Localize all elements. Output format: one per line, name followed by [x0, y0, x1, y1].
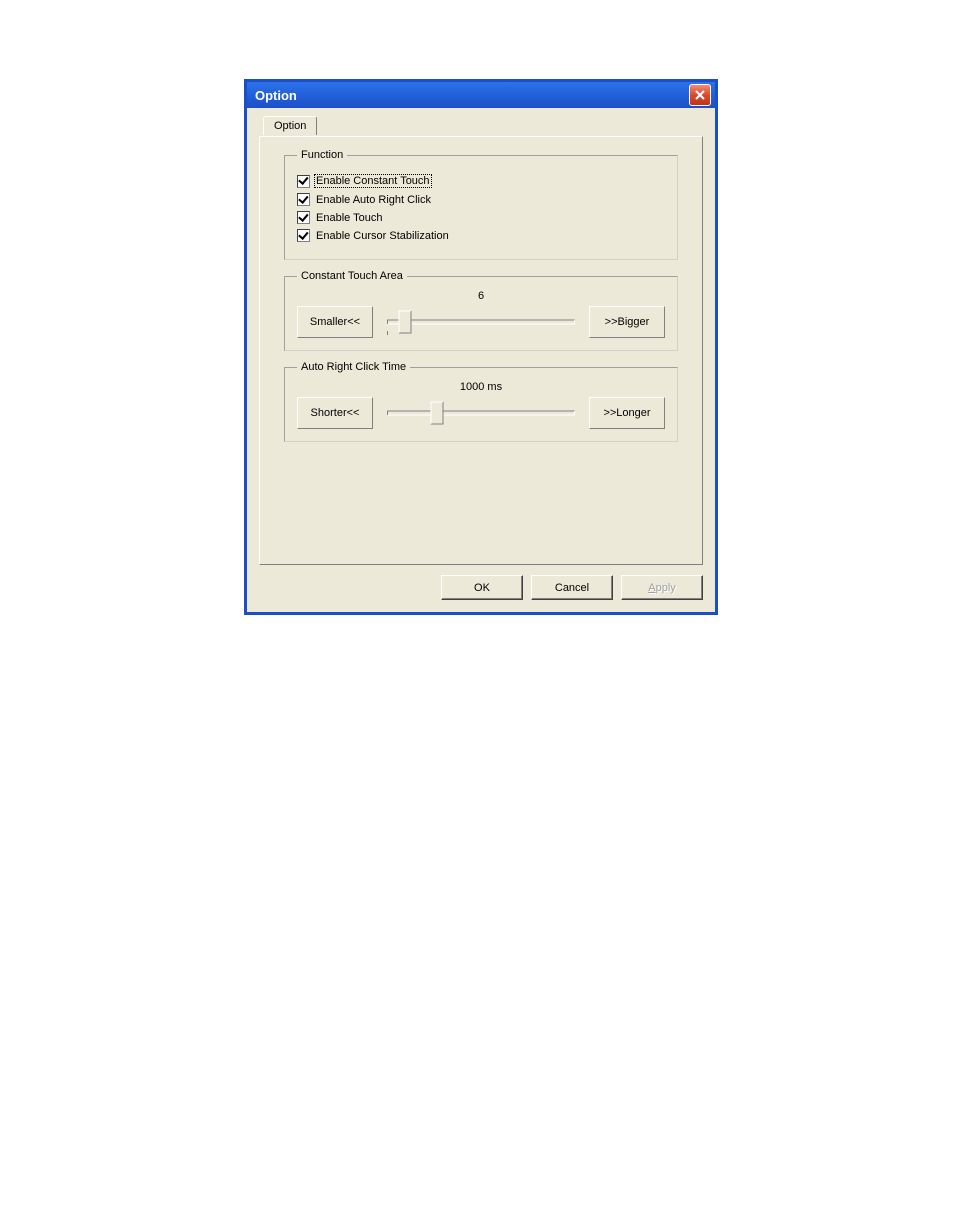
- longer-button[interactable]: >>Longer: [589, 397, 665, 429]
- slider-thumb[interactable]: [431, 402, 444, 425]
- checkbox-row-enable-touch: Enable Touch: [297, 211, 665, 224]
- checkbox-row-auto-right-click: Enable Auto Right Click: [297, 193, 665, 206]
- auto-right-click-slider[interactable]: [381, 398, 581, 428]
- window-title: Option: [255, 88, 297, 103]
- dialog-content: Option Function Enable Constant Touch En…: [247, 108, 715, 612]
- auto-right-click-time-group: Auto Right Click Time 1000 ms Shorter<< …: [284, 361, 678, 442]
- slider-line: [387, 411, 575, 416]
- constant-touch-area-group: Constant Touch Area 6 Smaller<< >>Bigger: [284, 270, 678, 351]
- ok-button[interactable]: OK: [441, 575, 523, 600]
- constant-touch-area-value: 6: [297, 290, 665, 302]
- checkbox-enable-constant-touch[interactable]: [297, 175, 310, 188]
- checkbox-label[interactable]: Enable Auto Right Click: [316, 194, 431, 206]
- bigger-button[interactable]: >>Bigger: [589, 306, 665, 338]
- tab-panel: Function Enable Constant Touch Enable Au…: [259, 136, 703, 565]
- tab-area: Option Function Enable Constant Touch En…: [259, 116, 703, 565]
- option-dialog: Option Option Function Enable Constant T…: [244, 79, 718, 615]
- function-group: Function Enable Constant Touch Enable Au…: [284, 149, 678, 260]
- auto-right-click-time-legend: Auto Right Click Time: [297, 361, 410, 373]
- apply-rest: pply: [656, 582, 676, 594]
- tab-option[interactable]: Option: [263, 116, 317, 135]
- checkbox-row-cursor-stabilization: Enable Cursor Stabilization: [297, 229, 665, 242]
- auto-right-click-slider-row: Shorter<< >>Longer: [297, 397, 665, 429]
- constant-touch-slider[interactable]: [381, 307, 581, 337]
- shorter-button[interactable]: Shorter<<: [297, 397, 373, 429]
- apply-button: Apply: [621, 575, 703, 600]
- smaller-button[interactable]: Smaller<<: [297, 306, 373, 338]
- titlebar[interactable]: Option: [247, 82, 715, 108]
- cancel-button[interactable]: Cancel: [531, 575, 613, 600]
- checkbox-label[interactable]: Enable Cursor Stabilization: [316, 230, 449, 242]
- checkbox-enable-cursor-stabilization[interactable]: [297, 229, 310, 242]
- close-button[interactable]: [689, 84, 711, 106]
- checkbox-label[interactable]: Enable Touch: [316, 212, 382, 224]
- constant-touch-slider-row: Smaller<< >>Bigger: [297, 306, 665, 338]
- auto-right-click-time-value: 1000 ms: [297, 381, 665, 393]
- checkbox-enable-auto-right-click[interactable]: [297, 193, 310, 206]
- apply-underline: A: [648, 582, 655, 594]
- slider-tick: [387, 331, 388, 335]
- slider-line: [387, 320, 575, 325]
- slider-thumb[interactable]: [399, 311, 412, 334]
- checkbox-row-constant-touch: Enable Constant Touch: [297, 174, 665, 188]
- checkbox-enable-touch[interactable]: [297, 211, 310, 224]
- function-legend: Function: [297, 149, 347, 161]
- constant-touch-area-legend: Constant Touch Area: [297, 270, 407, 282]
- close-icon: [695, 90, 705, 100]
- dialog-button-row: OK Cancel Apply: [259, 575, 703, 600]
- checkbox-label[interactable]: Enable Constant Touch: [314, 174, 432, 188]
